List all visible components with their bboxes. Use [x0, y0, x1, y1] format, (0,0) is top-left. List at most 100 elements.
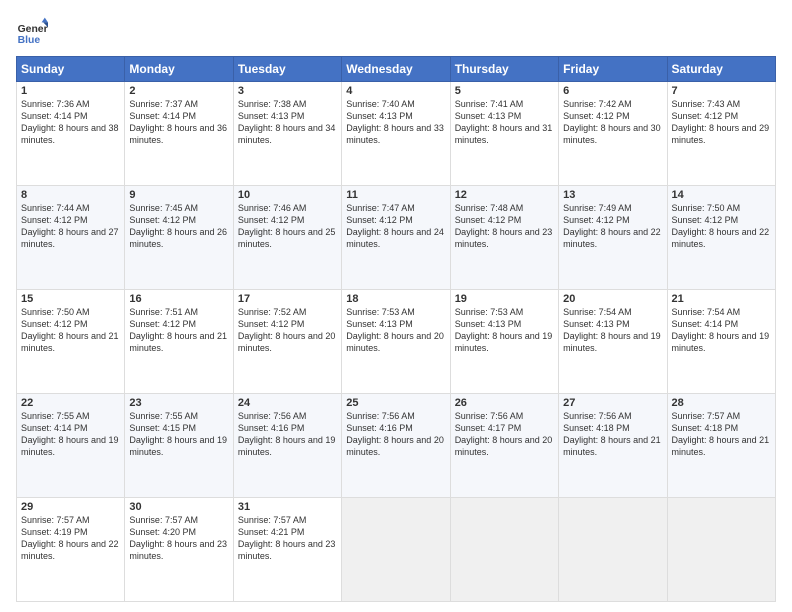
day-cell: 11Sunrise: 7:47 AMSunset: 4:12 PMDayligh… [342, 186, 450, 290]
day-number: 18 [346, 293, 445, 305]
daylight: Daylight: 8 hours and 20 minutes. [238, 330, 337, 354]
day-cell: 10Sunrise: 7:46 AMSunset: 4:12 PMDayligh… [233, 186, 341, 290]
day-number: 31 [238, 501, 337, 513]
sunset: Sunset: 4:13 PM [455, 110, 554, 122]
day-number: 13 [563, 189, 662, 201]
header: General Blue [16, 16, 776, 48]
sunrise: Sunrise: 7:36 AM [21, 98, 120, 110]
daylight: Daylight: 8 hours and 29 minutes. [672, 122, 771, 146]
daylight: Daylight: 8 hours and 23 minutes. [129, 538, 228, 562]
day-cell: 23Sunrise: 7:55 AMSunset: 4:15 PMDayligh… [125, 394, 233, 498]
svg-text:Blue: Blue [18, 35, 41, 46]
day-cell: 7Sunrise: 7:43 AMSunset: 4:12 PMDaylight… [667, 82, 775, 186]
sunrise: Sunrise: 7:57 AM [129, 514, 228, 526]
sunset: Sunset: 4:20 PM [129, 526, 228, 538]
day-cell: 13Sunrise: 7:49 AMSunset: 4:12 PMDayligh… [559, 186, 667, 290]
sunrise: Sunrise: 7:56 AM [455, 410, 554, 422]
daylight: Daylight: 8 hours and 22 minutes. [21, 538, 120, 562]
day-cell: 21Sunrise: 7:54 AMSunset: 4:14 PMDayligh… [667, 290, 775, 394]
sunrise: Sunrise: 7:50 AM [21, 306, 120, 318]
day-number: 10 [238, 189, 337, 201]
sunset: Sunset: 4:13 PM [346, 110, 445, 122]
day-number: 29 [21, 501, 120, 513]
day-number: 28 [672, 397, 771, 409]
weekday-header-tuesday: Tuesday [233, 57, 341, 82]
day-cell: 3Sunrise: 7:38 AMSunset: 4:13 PMDaylight… [233, 82, 341, 186]
day-cell: 2Sunrise: 7:37 AMSunset: 4:14 PMDaylight… [125, 82, 233, 186]
sunset: Sunset: 4:13 PM [238, 110, 337, 122]
day-cell: 15Sunrise: 7:50 AMSunset: 4:12 PMDayligh… [17, 290, 125, 394]
sunrise: Sunrise: 7:44 AM [21, 202, 120, 214]
week-row-3: 15Sunrise: 7:50 AMSunset: 4:12 PMDayligh… [17, 290, 776, 394]
day-cell: 1Sunrise: 7:36 AMSunset: 4:14 PMDaylight… [17, 82, 125, 186]
day-number: 15 [21, 293, 120, 305]
sunset: Sunset: 4:18 PM [563, 422, 662, 434]
sunset: Sunset: 4:19 PM [21, 526, 120, 538]
sunset: Sunset: 4:18 PM [672, 422, 771, 434]
day-number: 8 [21, 189, 120, 201]
sunrise: Sunrise: 7:56 AM [563, 410, 662, 422]
sunset: Sunset: 4:12 PM [129, 214, 228, 226]
sunrise: Sunrise: 7:48 AM [455, 202, 554, 214]
day-cell: 8Sunrise: 7:44 AMSunset: 4:12 PMDaylight… [17, 186, 125, 290]
sunrise: Sunrise: 7:51 AM [129, 306, 228, 318]
day-number: 17 [238, 293, 337, 305]
sunrise: Sunrise: 7:38 AM [238, 98, 337, 110]
daylight: Daylight: 8 hours and 31 minutes. [455, 122, 554, 146]
daylight: Daylight: 8 hours and 21 minutes. [563, 434, 662, 458]
sunrise: Sunrise: 7:42 AM [563, 98, 662, 110]
daylight: Daylight: 8 hours and 19 minutes. [672, 330, 771, 354]
logo: General Blue [16, 16, 48, 48]
day-cell: 29Sunrise: 7:57 AMSunset: 4:19 PMDayligh… [17, 498, 125, 602]
sunrise: Sunrise: 7:46 AM [238, 202, 337, 214]
sunrise: Sunrise: 7:45 AM [129, 202, 228, 214]
day-number: 26 [455, 397, 554, 409]
day-number: 9 [129, 189, 228, 201]
daylight: Daylight: 8 hours and 20 minutes. [455, 434, 554, 458]
weekday-header-row: SundayMondayTuesdayWednesdayThursdayFrid… [17, 57, 776, 82]
day-number: 19 [455, 293, 554, 305]
sunrise: Sunrise: 7:54 AM [672, 306, 771, 318]
sunset: Sunset: 4:12 PM [129, 318, 228, 330]
daylight: Daylight: 8 hours and 27 minutes. [21, 226, 120, 250]
day-number: 24 [238, 397, 337, 409]
sunset: Sunset: 4:13 PM [455, 318, 554, 330]
calendar-table: SundayMondayTuesdayWednesdayThursdayFrid… [16, 56, 776, 602]
sunrise: Sunrise: 7:55 AM [129, 410, 228, 422]
daylight: Daylight: 8 hours and 34 minutes. [238, 122, 337, 146]
day-cell: 20Sunrise: 7:54 AMSunset: 4:13 PMDayligh… [559, 290, 667, 394]
sunset: Sunset: 4:12 PM [563, 110, 662, 122]
daylight: Daylight: 8 hours and 19 minutes. [129, 434, 228, 458]
day-cell: 14Sunrise: 7:50 AMSunset: 4:12 PMDayligh… [667, 186, 775, 290]
day-number: 27 [563, 397, 662, 409]
day-cell: 12Sunrise: 7:48 AMSunset: 4:12 PMDayligh… [450, 186, 558, 290]
daylight: Daylight: 8 hours and 33 minutes. [346, 122, 445, 146]
sunrise: Sunrise: 7:57 AM [238, 514, 337, 526]
sunrise: Sunrise: 7:57 AM [21, 514, 120, 526]
sunset: Sunset: 4:13 PM [563, 318, 662, 330]
sunset: Sunset: 4:12 PM [672, 214, 771, 226]
sunset: Sunset: 4:21 PM [238, 526, 337, 538]
daylight: Daylight: 8 hours and 30 minutes. [563, 122, 662, 146]
sunset: Sunset: 4:17 PM [455, 422, 554, 434]
daylight: Daylight: 8 hours and 21 minutes. [129, 330, 228, 354]
sunrise: Sunrise: 7:37 AM [129, 98, 228, 110]
daylight: Daylight: 8 hours and 21 minutes. [21, 330, 120, 354]
daylight: Daylight: 8 hours and 21 minutes. [672, 434, 771, 458]
day-number: 7 [672, 85, 771, 97]
sunset: Sunset: 4:12 PM [21, 214, 120, 226]
day-number: 3 [238, 85, 337, 97]
daylight: Daylight: 8 hours and 23 minutes. [238, 538, 337, 562]
weekday-header-saturday: Saturday [667, 57, 775, 82]
day-number: 20 [563, 293, 662, 305]
sunset: Sunset: 4:12 PM [238, 318, 337, 330]
daylight: Daylight: 8 hours and 25 minutes. [238, 226, 337, 250]
day-number: 23 [129, 397, 228, 409]
sunset: Sunset: 4:14 PM [672, 318, 771, 330]
sunset: Sunset: 4:14 PM [129, 110, 228, 122]
daylight: Daylight: 8 hours and 38 minutes. [21, 122, 120, 146]
daylight: Daylight: 8 hours and 19 minutes. [238, 434, 337, 458]
day-cell: 26Sunrise: 7:56 AMSunset: 4:17 PMDayligh… [450, 394, 558, 498]
daylight: Daylight: 8 hours and 23 minutes. [455, 226, 554, 250]
weekday-header-wednesday: Wednesday [342, 57, 450, 82]
